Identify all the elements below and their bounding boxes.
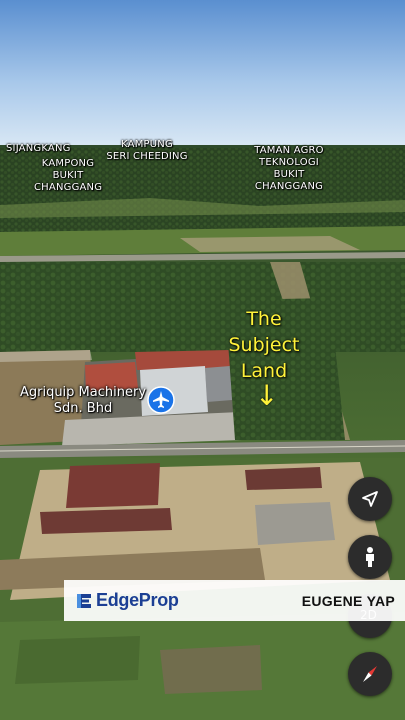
brand-name: EdgeProp	[96, 590, 179, 610]
place-label-taman-agro-teknologi: TAMAN AGRO TEKNOLOGI BUKIT CHANGGANG	[254, 145, 324, 192]
compass-icon	[363, 666, 377, 682]
airplane-icon[interactable]	[147, 386, 175, 414]
edgeprop-logo: EdgeProp	[74, 590, 179, 611]
agent-banner: EdgeProp EUGENE YAP	[64, 580, 405, 621]
down-arrow-icon: ↓	[255, 379, 279, 412]
edgeprop-logo-icon	[77, 593, 91, 608]
streetview-button[interactable]	[348, 535, 392, 579]
compass-button[interactable]	[348, 652, 392, 696]
map-view[interactable]: SIJANGKANG KAMPUNG SERI CHEEDING KAMPONG…	[0, 0, 405, 720]
agent-name: EUGENE YAP	[301, 592, 395, 609]
navigate-button[interactable]	[348, 477, 392, 521]
subject-land-annotation: The Subject Land	[228, 308, 300, 382]
pegman-icon	[366, 547, 374, 567]
place-label-kampong-bukit-changgang: KAMPONG BUKIT CHANGGANG	[34, 158, 103, 193]
place-label-kampung-seri-cheeding: KAMPUNG SERI CHEEDING	[106, 139, 188, 162]
poi-label-agriquip[interactable]: Agriquip Machinery Sdn. Bhd	[8, 385, 158, 417]
place-label-sijangkang: SIJANGKANG	[6, 143, 71, 154]
navigation-arrow-icon	[362, 491, 378, 507]
